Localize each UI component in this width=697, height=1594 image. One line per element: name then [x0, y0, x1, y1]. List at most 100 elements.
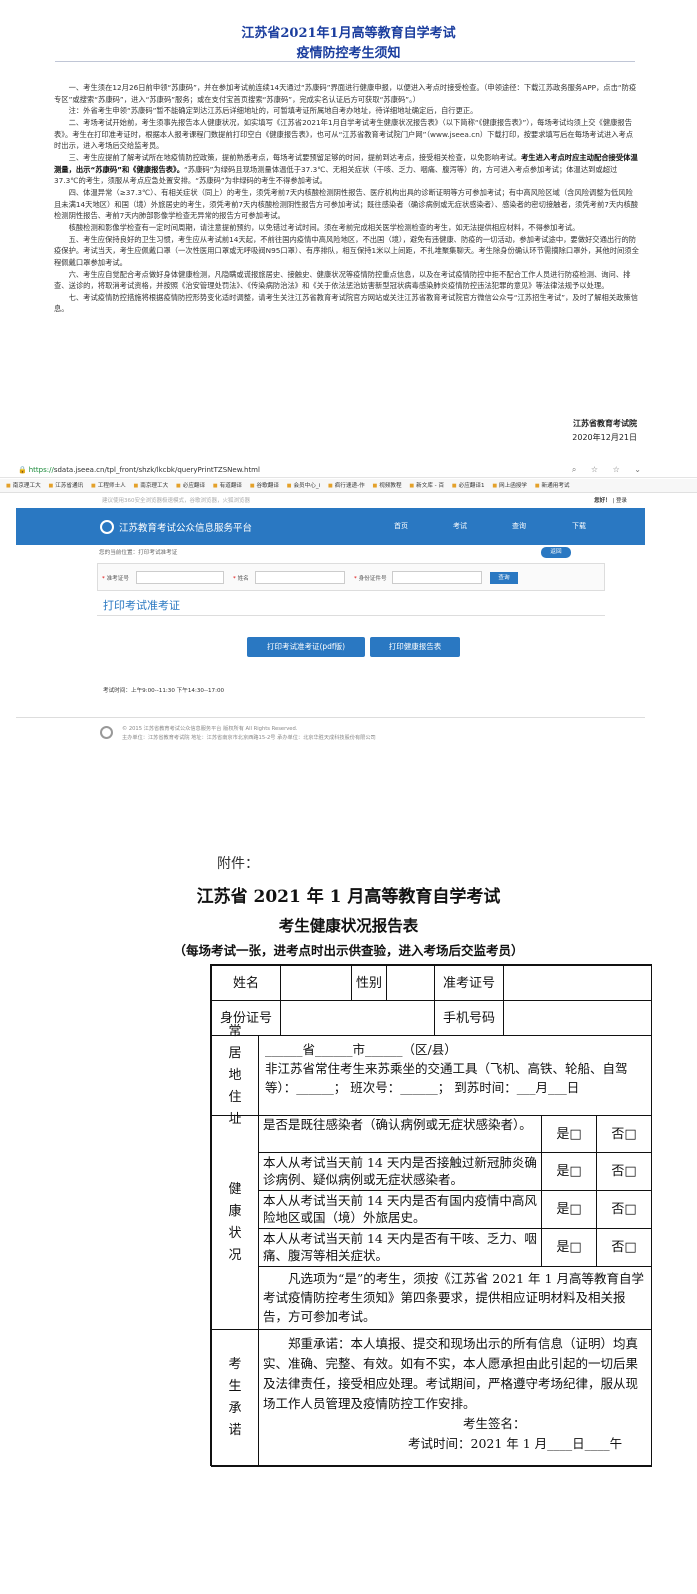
question-4: 本人从考试当天前 14 天内是否有干咳、乏力、咽痛、腹泻等相关症状。	[258, 1228, 542, 1267]
health-report-form: 附件： 江苏省 2021 年 1 月高等教育自学考试 考生健康状况报告表 （每场…	[0, 840, 697, 1594]
promise-cell: 郑重承诺：本人填报、提交和现场出示的所有信息（证明）均真实、准确、完整、有效。如…	[258, 1329, 652, 1467]
notice-paragraph: 四、体温异常（≥37.3℃）、有相关症状（同上）的考生，须凭考前7天内核酸检测阴…	[54, 187, 639, 221]
residence-cell[interactable]: ______省______市______（区/县） 非江苏省常住考生来苏乘坐的交…	[258, 1035, 652, 1116]
q3-yes-checkbox[interactable]: 是□	[541, 1190, 597, 1229]
notice-section: 江苏省2021年1月高等教育自学考试 疫情防控考生须知 一、考生须在12月26日…	[0, 0, 697, 455]
bookmark-item[interactable]: 视频教程	[372, 483, 401, 489]
notice-title: 江苏省2021年1月高等教育自学考试	[241, 26, 456, 41]
browser-tip: 建议使用360安全浏览器极速模式，谷歌浏览器，火狐浏览器	[102, 498, 250, 504]
url-text: sdata.jseea.cn/tpl_front/shzk/lkcbk/quer…	[53, 466, 260, 474]
bookmark-item[interactable]: 网上函授学	[492, 483, 527, 489]
name-input[interactable]	[255, 571, 345, 584]
back-button[interactable]: 返回	[541, 547, 571, 558]
footer-info: 主办单位：江苏省教育考试院 地址：江苏省南京市北京西路15-2号 承办单位：北京…	[122, 735, 376, 741]
browser-tools[interactable]: ⌕ ☆ ☆ ⌄	[572, 462, 647, 478]
bookmark-item[interactable]: 会员中心_i	[287, 483, 320, 489]
site-topbar: 建议使用360安全浏览器极速模式，谷歌浏览器，火狐浏览器 您好！ | 登录	[102, 498, 627, 504]
site-header: 江苏教育考试公众信息服务平台 首页 考试 查询 下载	[16, 508, 645, 545]
bookmarks-bar: 南京理工大 江苏省通讯 工程师士人 南京理工大 必应翻译 有道翻译 谷歌翻译 会…	[0, 479, 697, 493]
print-health-report-button[interactable]: 打印健康报告表	[370, 637, 460, 657]
breadcrumb: 您的当前位置：打印考试准考证	[99, 550, 178, 556]
bookmark-item[interactable]: 南京理工大	[6, 483, 41, 489]
notice-org: 江苏省教育考试院	[573, 419, 637, 428]
admission-no-label: 准考证号	[434, 965, 504, 1001]
health-table: 姓名 性别 准考证号 身份证号 手机号码 常居地住址 ______省______…	[210, 964, 652, 1467]
bookmark-item[interactable]: 工程师士人	[91, 483, 126, 489]
notice-subtitle: 疫情防控考生须知	[296, 46, 401, 61]
admission-no-cell[interactable]	[503, 965, 652, 1001]
health-label: 健康状况	[211, 1115, 259, 1330]
notice-paragraph: 七、考试疫情防控措施将根据疫情防控形势变化适时调整，请考生关注江苏省教育考试院官…	[54, 292, 639, 314]
section-divider	[97, 615, 605, 616]
attachment-label: 附件：	[217, 856, 259, 872]
notice-paragraph: 一、考生须在12月26日前申领“苏康码”，并在参加考试前连续14天通过“苏康码”…	[54, 83, 637, 104]
bookmark-item[interactable]: 新通用考试	[535, 483, 570, 489]
residence-label: 常居地住址	[211, 1024, 259, 1127]
notice-body: 一、考生须在12月26日前申领“苏康码”，并在参加考试前连续14天通过“苏康码”…	[54, 82, 640, 315]
phone-cell[interactable]	[503, 1000, 652, 1036]
bookmark-item[interactable]: 江苏省通讯	[49, 483, 84, 489]
form-note: （每场考试一张，进考点时出示供查验，进入考场后交监考员）	[173, 943, 524, 958]
idcard-label: 身份证件号	[358, 576, 387, 582]
admission-input[interactable]	[136, 571, 224, 584]
notice-paragraph: 核酸检测和影像学检查有一定时间周期，请注意提前预约，以免错过考试时间。须在考前完…	[68, 222, 580, 232]
site-name: 江苏教育考试公众信息服务平台	[119, 523, 253, 534]
promise-text: 郑重承诺：本人填报、提交和现场出示的所有信息（证明）均真实、准确、完整、有效。如…	[263, 1336, 639, 1411]
nav-download[interactable]: 下载	[572, 521, 586, 531]
gender-label: 性别	[351, 965, 387, 1001]
q3-no-checkbox[interactable]: 否□	[596, 1190, 652, 1229]
q4-yes-checkbox[interactable]: 是□	[541, 1228, 597, 1267]
nav-query[interactable]: 查询	[512, 521, 526, 531]
bookmark-item[interactable]: 有道翻译	[213, 483, 242, 489]
greeting: 您好！	[594, 498, 611, 504]
q1-yes-checkbox[interactable]: 是□	[541, 1115, 597, 1153]
site-logo-icon	[100, 520, 114, 534]
idcard-input[interactable]	[392, 571, 482, 584]
q4-no-checkbox[interactable]: 否□	[596, 1228, 652, 1267]
nav-exam[interactable]: 考试	[453, 521, 467, 531]
notice-paragraph: 六、考生应自觉配合考点做好身体健康检测，凡隐瞒或谎报旅居史、接触史、健康状况等疫…	[54, 269, 631, 291]
promise-label: 考生承诺	[211, 1329, 259, 1467]
bookmark-item[interactable]: 新文库 - 百	[409, 483, 444, 489]
name-cell[interactable]	[280, 965, 352, 1001]
name-label: 姓名	[237, 576, 249, 582]
browser-window: 🔒 https://sdata.jseea.cn/tpl_front/shzk/l…	[0, 462, 697, 762]
footer-logo-icon	[100, 726, 113, 739]
exam-time: 考试时间：上午9:00--11:30 下午14:30--17:00	[103, 688, 225, 694]
notice-paragraph: 三、考生应提前了解考试所在地疫情防控政策，提前熟悉考点，每场考试要预留足够的时间…	[54, 152, 638, 186]
lock-icon: 🔒	[18, 466, 27, 474]
bookmark-item[interactable]: 南京理工大	[134, 483, 169, 489]
q2-no-checkbox[interactable]: 否□	[596, 1152, 652, 1191]
bookmark-item[interactable]: 谷歌翻译	[250, 483, 279, 489]
site-footer: © 2015 江苏省教育考试公众信息服务平台 版权所有 All Rights R…	[16, 717, 645, 741]
nav-home[interactable]: 首页	[394, 521, 408, 531]
health-note: 凡选项为“是”的考生，须按《江苏省 2021 年 1 月高等教育自学考试疫情防控…	[258, 1266, 652, 1330]
footer-copyright: © 2015 江苏省教育考试公众信息服务平台 版权所有 All Rights R…	[122, 726, 298, 732]
bookmark-item[interactable]: 疯行速递-作	[328, 483, 365, 489]
q2-yes-checkbox[interactable]: 是□	[541, 1152, 597, 1191]
exam-time-field[interactable]: 考试时间：2021 年 1 月____日____午	[263, 1434, 647, 1454]
print-admission-pdf-button[interactable]: 打印考试准考证(pdf版)	[247, 637, 365, 657]
transport-line: 非江苏省常住考生来苏乘坐的交通工具（飞机、高铁、轮船、自驾等）：______； …	[265, 1061, 628, 1095]
admission-label: 准考证号	[106, 576, 129, 582]
address-bar[interactable]: 🔒 https://sdata.jseea.cn/tpl_front/shzk/l…	[0, 462, 697, 478]
question-3: 本人从考试当天前 14 天内是否有国内疫情中高风险地区或国（境）外旅居史。	[258, 1190, 542, 1229]
id-no-label: 身份证号	[211, 1000, 281, 1036]
title-divider	[55, 61, 635, 62]
search-panel: * 准考证号 * 姓名 * 身份证件号 查询	[97, 563, 605, 591]
section-title: 打印考试准考证	[103, 599, 180, 612]
name-label: 姓名	[211, 965, 281, 1001]
notice-paragraph: 五、考生应保持良好的卫生习惯，考生应从考试前14天起，不前往国内疫情中高风险地区…	[54, 234, 639, 267]
id-no-cell[interactable]	[280, 1000, 435, 1036]
q1-no-checkbox[interactable]: 否□	[596, 1115, 652, 1153]
gender-cell[interactable]	[386, 965, 435, 1001]
notice-paragraph: 注：外省考生申领“苏康码”暂不能确定到达江苏后详细地址的，可暂填考证所属地自考办…	[68, 106, 478, 116]
login-link[interactable]: 登录	[616, 498, 627, 504]
search-button[interactable]: 查询	[490, 572, 518, 584]
bookmark-item[interactable]: 必应翻译1	[452, 483, 485, 489]
address-line: ______省______市______（区/县）	[265, 1042, 457, 1057]
notice-date: 2020年12月21日	[572, 433, 637, 442]
phone-label: 手机号码	[434, 1000, 504, 1036]
bookmark-item[interactable]: 必应翻译	[176, 483, 205, 489]
signature-field[interactable]: 考生签名：	[263, 1414, 647, 1434]
